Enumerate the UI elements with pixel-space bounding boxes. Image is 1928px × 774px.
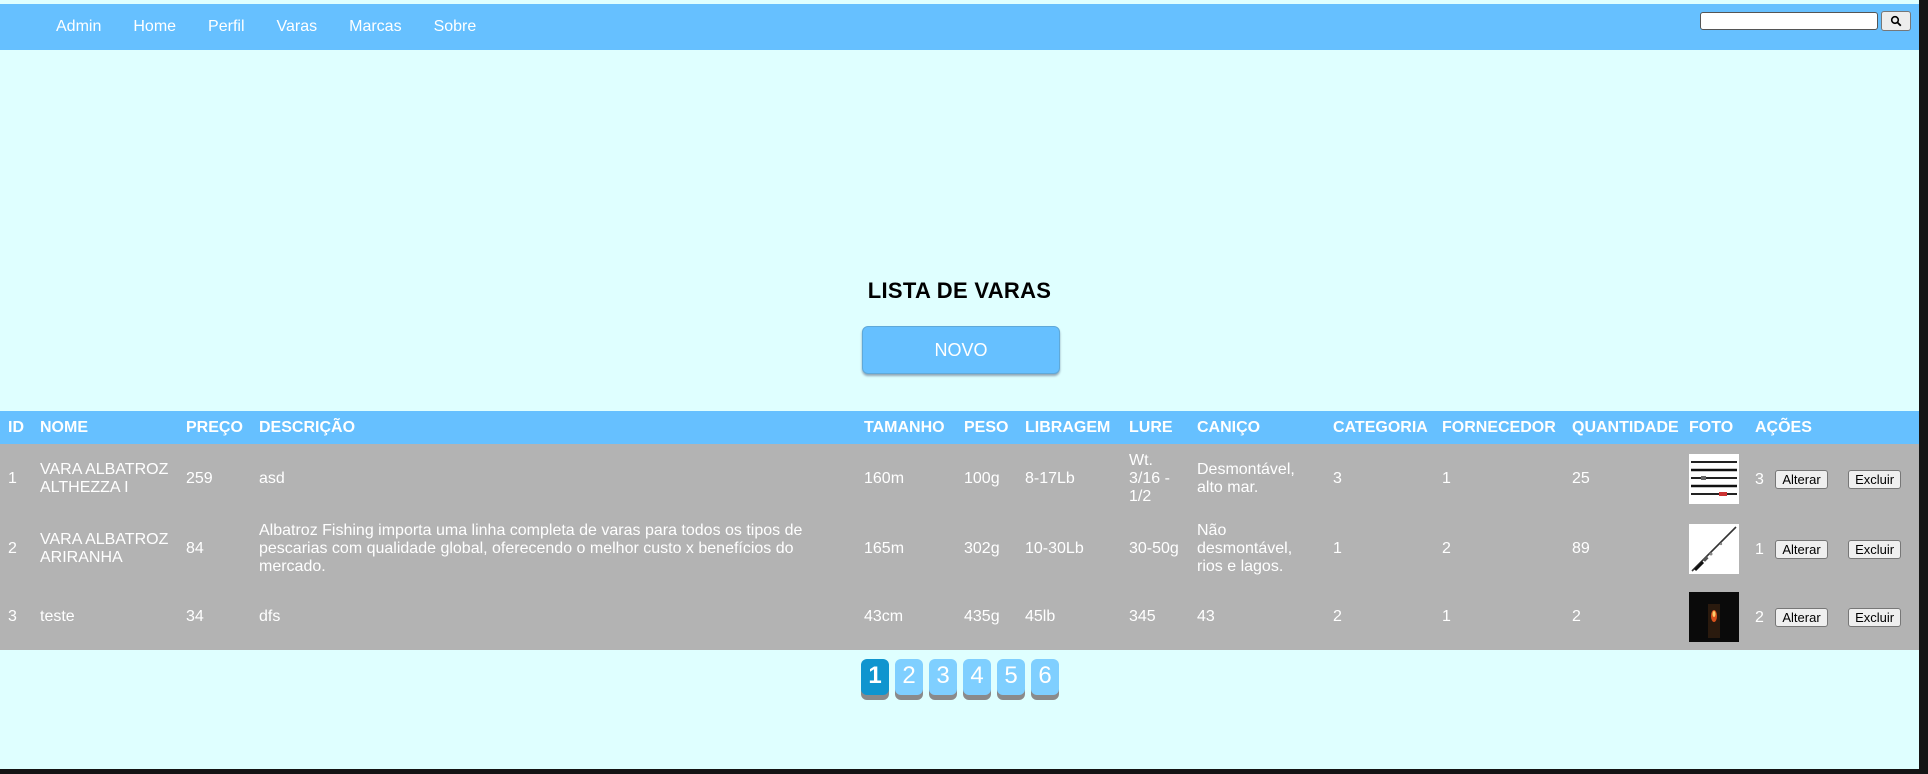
cell-preco: 34 <box>186 608 204 625</box>
page: Admin Home Perfil Varas Marcas Sobre LIS… <box>0 0 1919 769</box>
page-button-2[interactable]: 2 <box>895 659 923 695</box>
nav-marcas[interactable]: Marcas <box>349 18 401 36</box>
window-edge-bottom <box>0 769 1928 774</box>
page-button-4[interactable]: 4 <box>963 659 991 695</box>
rods-table-wrapper: ID NOME PREÇO DESCRIÇÃO TAMANHO PESO LIB… <box>0 411 1919 650</box>
search-icon <box>1890 15 1902 27</box>
nav-perfil[interactable]: Perfil <box>208 18 244 36</box>
pagination: 1 2 3 4 5 6 <box>861 659 1065 695</box>
cell-categoria: 3 <box>1333 470 1342 487</box>
cell-quantidade: 25 <box>1572 470 1590 487</box>
col-header-nome: NOME <box>40 418 88 436</box>
action-number: 2 <box>1755 608 1764 626</box>
col-header-foto: FOTO <box>1689 418 1734 436</box>
cell-descricao: asd <box>259 470 285 487</box>
cell-libragem: 10-30Lb <box>1025 540 1084 557</box>
delete-button[interactable]: Excluir <box>1848 539 1902 559</box>
cell-quantidade: 89 <box>1572 540 1590 557</box>
cell-fornecedor: 1 <box>1442 470 1451 487</box>
new-button[interactable]: NOVO <box>862 326 1060 374</box>
cell-peso: 302g <box>964 540 1000 557</box>
edit-button[interactable]: Alterar <box>1775 607 1828 627</box>
cell-libragem: 45lb <box>1025 608 1056 625</box>
cell-categoria: 2 <box>1333 608 1342 625</box>
cell-tamanho: 43cm <box>864 608 904 625</box>
rod-sections-photo[interactable] <box>1689 454 1739 504</box>
delete-button[interactable]: Excluir <box>1848 469 1902 489</box>
cell-tamanho: 165m <box>864 540 905 557</box>
window-edge-right <box>1919 0 1928 774</box>
page-button-5[interactable]: 5 <box>997 659 1025 695</box>
action-number: 1 <box>1755 540 1764 558</box>
col-header-acoes: AÇÕES <box>1755 418 1812 436</box>
cell-preco: 259 <box>186 470 213 487</box>
table-row: 3 teste 34 dfs 43cm 435g 45lb 345 43 2 1… <box>0 584 1919 650</box>
cell-nome: VARA ALBATROZ ALTHEZZA I <box>40 461 169 496</box>
cell-lure: 30-50g <box>1129 540 1179 557</box>
cell-id: 2 <box>8 540 17 557</box>
cell-lure: 345 <box>1129 608 1156 625</box>
nav-admin[interactable]: Admin <box>56 18 101 36</box>
col-header-libragem: LIBRAGEM <box>1025 418 1111 436</box>
page-button-6[interactable]: 6 <box>1031 659 1059 695</box>
edit-button[interactable]: Alterar <box>1775 539 1828 559</box>
search-box <box>1700 11 1911 31</box>
top-navbar: Admin Home Perfil Varas Marcas Sobre <box>0 4 1919 50</box>
col-header-peso: PESO <box>964 418 1009 436</box>
nav-home[interactable]: Home <box>133 18 176 36</box>
delete-button[interactable]: Excluir <box>1848 607 1902 627</box>
col-header-descricao: DESCRIÇÃO <box>259 418 356 436</box>
cell-lure: Wt. 3/16 - 1/2 <box>1129 452 1170 505</box>
cell-descricao: Albatroz Fishing importa uma linha compl… <box>259 522 803 575</box>
action-number: 3 <box>1755 470 1764 488</box>
page-button-1[interactable]: 1 <box>861 659 889 695</box>
cell-acoes: 3 Alterar Excluir <box>1750 444 1919 514</box>
col-header-lure: LURE <box>1129 418 1173 436</box>
cell-id: 1 <box>8 470 17 487</box>
search-input[interactable] <box>1700 12 1878 30</box>
cell-tamanho: 160m <box>864 470 905 487</box>
cell-acoes: 2 Alterar Excluir <box>1750 584 1919 650</box>
table-header-row: ID NOME PREÇO DESCRIÇÃO TAMANHO PESO LIB… <box>0 411 1919 444</box>
dark-candle-photo[interactable] <box>1689 592 1739 642</box>
single-rod-photo[interactable] <box>1689 524 1739 574</box>
table-row: 1 VARA ALBATROZ ALTHEZZA I 259 asd 160m … <box>0 444 1919 514</box>
col-header-fornecedor: FORNECEDOR <box>1442 418 1556 436</box>
col-header-quantidade: QUANTIDADE <box>1572 418 1679 436</box>
col-header-canico: CANIÇO <box>1197 418 1261 436</box>
search-button[interactable] <box>1881 11 1911 31</box>
page-button-3[interactable]: 3 <box>929 659 957 695</box>
cell-descricao: dfs <box>259 608 281 625</box>
cell-foto <box>1684 514 1750 584</box>
page-title: LISTA DE VARAS <box>867 278 1052 303</box>
cell-categoria: 1 <box>1333 540 1342 557</box>
cell-quantidade: 2 <box>1572 608 1581 625</box>
cell-foto <box>1684 584 1750 650</box>
nav-sobre[interactable]: Sobre <box>434 18 477 36</box>
col-header-id: ID <box>8 418 24 436</box>
col-header-tamanho: TAMANHO <box>864 418 945 436</box>
cell-fornecedor: 1 <box>1442 608 1451 625</box>
cell-acoes: 1 Alterar Excluir <box>1750 514 1919 584</box>
rods-table: ID NOME PREÇO DESCRIÇÃO TAMANHO PESO LIB… <box>0 411 1919 650</box>
table-row: 2 VARA ALBATROZ ARIRANHA 84 Albatroz Fis… <box>0 514 1919 584</box>
nav-links: Admin Home Perfil Varas Marcas Sobre <box>56 4 508 50</box>
cell-canico: 43 <box>1197 608 1215 625</box>
cell-nome: teste <box>40 608 75 625</box>
edit-button[interactable]: Alterar <box>1775 469 1828 489</box>
cell-canico: Não desmontável, rios e lagos. <box>1197 522 1293 575</box>
nav-varas[interactable]: Varas <box>277 18 318 36</box>
col-header-categoria: CATEGORIA <box>1333 418 1428 436</box>
cell-nome: VARA ALBATROZ ARIRANHA <box>40 531 169 566</box>
cell-preco: 84 <box>186 540 204 557</box>
cell-peso: 100g <box>964 470 1000 487</box>
cell-canico: Desmontável, alto mar. <box>1197 461 1295 496</box>
cell-id: 3 <box>8 608 17 625</box>
cell-peso: 435g <box>964 608 1000 625</box>
cell-libragem: 8-17Lb <box>1025 470 1075 487</box>
cell-foto <box>1684 444 1750 514</box>
cell-fornecedor: 2 <box>1442 540 1451 557</box>
col-header-preco: PREÇO <box>186 418 243 436</box>
